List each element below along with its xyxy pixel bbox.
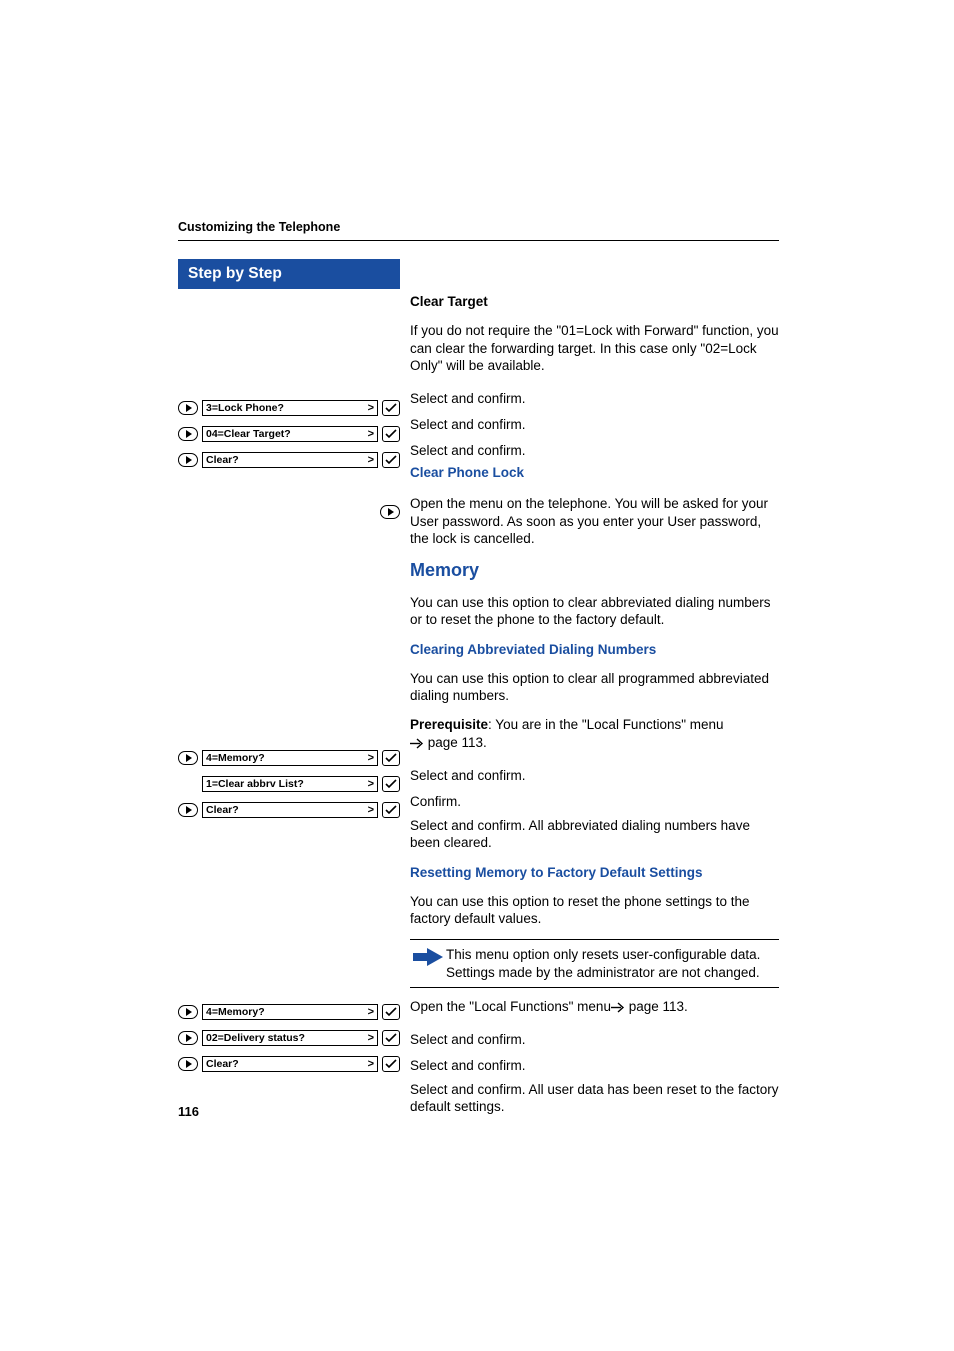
instruction-line: Select and confirm.: [410, 412, 779, 438]
paragraph: You can use this option to reset the pho…: [410, 893, 779, 928]
step-row: Clear? >: [178, 449, 400, 471]
paragraph: If you do not require the "01=Lock with …: [410, 322, 779, 374]
chevron-right-icon: >: [368, 454, 374, 466]
step-row: 04=Clear Target? >: [178, 423, 400, 445]
chevron-right-icon: >: [368, 778, 374, 790]
navigate-icon: [178, 802, 198, 818]
instruction-line: Select and confirm. All user data has be…: [410, 1081, 779, 1116]
display-option: Clear? >: [202, 802, 378, 818]
note-box: This menu option only resets user-config…: [410, 939, 779, 988]
step-by-step-header: Step by Step: [178, 259, 400, 289]
chevron-right-icon: >: [368, 804, 374, 816]
navigate-icon: [178, 750, 198, 766]
prerequisite-text: : You are in the "Local Functions" menu: [488, 717, 724, 732]
display-option: 02=Delivery status? >: [202, 1030, 378, 1046]
chevron-right-icon: >: [368, 428, 374, 440]
instruction-line: Select and confirm. All abbreviated dial…: [410, 817, 779, 852]
paragraph: Open the menu on the telephone. You will…: [410, 495, 779, 547]
instruction-line: Select and confirm.: [410, 763, 779, 789]
display-label: 4=Memory?: [206, 752, 265, 764]
confirm-icon: [382, 426, 400, 442]
left-column: Step by Step 3=Lock Phone? >: [178, 259, 400, 1079]
navigate-icon: [178, 426, 198, 442]
step-row: Clear? >: [178, 799, 400, 821]
display-label: 4=Memory?: [206, 1006, 265, 1018]
paragraph: Open the "Local Functions" menu page 113…: [410, 998, 779, 1015]
running-head: Customizing the Telephone: [178, 220, 779, 234]
page-number: 116: [178, 1104, 199, 1119]
display-label: Clear?: [206, 1058, 239, 1070]
instruction-line: Select and confirm.: [410, 386, 779, 412]
paragraph-prerequisite: Prerequisite: You are in the "Local Func…: [410, 716, 779, 751]
display-label: 3=Lock Phone?: [206, 402, 284, 414]
prerequisite-label: Prerequisite: [410, 717, 488, 732]
section-heading-memory: Memory: [410, 559, 779, 582]
instruction-line: Select and confirm.: [410, 1053, 779, 1079]
display-label: 02=Delivery status?: [206, 1032, 305, 1044]
display-label: 04=Clear Target?: [206, 428, 291, 440]
sub-heading-clear-phone-lock: Clear Phone Lock: [410, 464, 779, 481]
instruction-line: Select and confirm.: [410, 1027, 779, 1053]
arrow-right-icon: [611, 999, 625, 1014]
confirm-icon: [382, 1030, 400, 1046]
step-row: 4=Memory? >: [178, 1001, 400, 1023]
navigate-icon: [178, 1004, 198, 1020]
chevron-right-icon: >: [368, 1006, 374, 1018]
display-label: Clear?: [206, 454, 239, 466]
display-option: 3=Lock Phone? >: [202, 400, 378, 416]
sub-heading-resetting: Resetting Memory to Factory Default Sett…: [410, 864, 779, 881]
two-column-layout: Step by Step 3=Lock Phone? >: [178, 259, 779, 1128]
page-ref: page 113.: [625, 999, 688, 1014]
sub-heading-clear-target: Clear Target: [410, 293, 779, 310]
note-arrow-icon: [410, 946, 446, 966]
step-row: Clear? >: [178, 1053, 400, 1075]
chevron-right-icon: >: [368, 1058, 374, 1070]
arrow-right-icon: [410, 735, 424, 750]
display-option: 04=Clear Target? >: [202, 426, 378, 442]
instruction-line: Confirm.: [410, 789, 779, 815]
instruction-line: Select and confirm.: [410, 438, 779, 464]
confirm-icon: [382, 1056, 400, 1072]
step-row: 3=Lock Phone? >: [178, 397, 400, 419]
navigate-icon: [178, 1030, 198, 1046]
confirm-icon: [382, 776, 400, 792]
step-row: 4=Memory? >: [178, 747, 400, 769]
confirm-icon: [382, 1004, 400, 1020]
display-option: 1=Clear abbrv List? >: [202, 776, 378, 792]
paragraph: You can use this option to clear all pro…: [410, 670, 779, 705]
chevron-right-icon: >: [368, 402, 374, 414]
step-row: [178, 501, 400, 523]
confirm-icon: [382, 400, 400, 416]
confirm-icon: [382, 750, 400, 766]
navigate-icon: [178, 1056, 198, 1072]
display-option: Clear? >: [202, 452, 378, 468]
navigate-icon: [178, 452, 198, 468]
display-option: 4=Memory? >: [202, 750, 378, 766]
confirm-icon: [382, 802, 400, 818]
display-option: 4=Memory? >: [202, 1004, 378, 1020]
chevron-right-icon: >: [368, 1032, 374, 1044]
step-row: 02=Delivery status? >: [178, 1027, 400, 1049]
display-label: Clear?: [206, 804, 239, 816]
confirm-icon: [382, 452, 400, 468]
paragraph: You can use this option to clear abbrevi…: [410, 594, 779, 629]
note-text: This menu option only resets user-config…: [446, 946, 775, 981]
navigate-icon: [380, 504, 400, 520]
navigate-icon: [178, 400, 198, 416]
header-rule: [178, 240, 779, 241]
sub-heading-clearing-abbrev: Clearing Abbreviated Dialing Numbers: [410, 641, 779, 658]
page-ref: page 113.: [424, 735, 487, 750]
open-menu-text: Open the "Local Functions" menu: [410, 999, 611, 1014]
step-row: 1=Clear abbrv List? >: [178, 773, 400, 795]
display-option: Clear? >: [202, 1056, 378, 1072]
display-label: 1=Clear abbrv List?: [206, 778, 304, 790]
chevron-right-icon: >: [368, 752, 374, 764]
right-column: Clear Target If you do not require the "…: [410, 259, 779, 1128]
